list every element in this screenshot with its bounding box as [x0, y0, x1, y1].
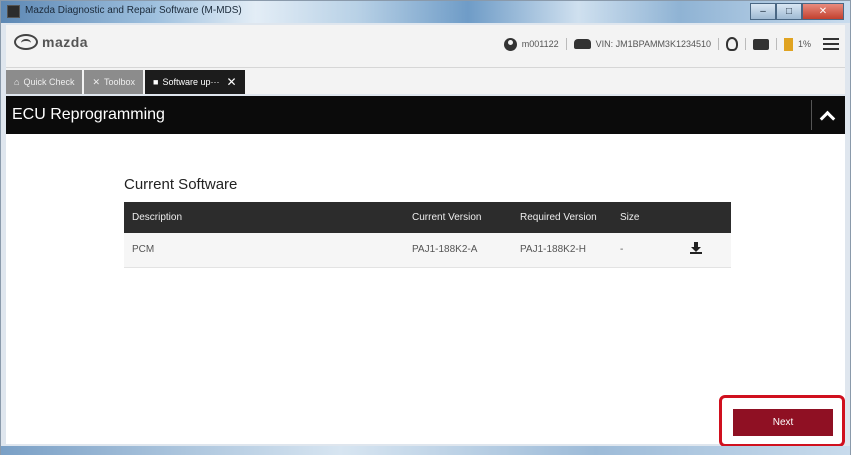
next-button[interactable]: Next [733, 409, 833, 436]
column-header-action [682, 202, 731, 233]
close-window-button[interactable]: ✕ [802, 3, 844, 20]
close-tab-icon[interactable]: ✕ [227, 75, 237, 89]
tools-icon: ✕ [92, 76, 101, 87]
window-title: Mazda Diagnostic and Repair Software (M-… [25, 5, 242, 16]
window-controls: – □ ✕ [750, 3, 844, 20]
application-window: Mazda Diagnostic and Repair Software (M-… [0, 0, 851, 455]
column-header-current-version: Current Version [404, 202, 512, 233]
divider [775, 38, 777, 50]
chip-icon: ■ [153, 77, 159, 87]
maximize-button[interactable]: □ [776, 3, 802, 20]
tab-label: Software up··· [162, 77, 220, 87]
cell-download [682, 233, 731, 268]
tab-toolbox[interactable]: ✕ Toolbox [84, 70, 144, 94]
cell-current-version: PAJ1-188K2-A [404, 233, 512, 268]
tab-bar: ⌂ Quick Check ✕ Toolbox ■ Software up···… [6, 68, 845, 94]
user-id: m001122 [521, 39, 559, 49]
chevron-up-icon [819, 110, 836, 126]
user-icon[interactable] [503, 37, 517, 51]
divider [717, 38, 719, 50]
cell-description: PCM [124, 233, 404, 268]
battery-icon [783, 37, 793, 51]
software-table: Description Current Version Required Ver… [124, 202, 731, 268]
cell-size: - [612, 233, 682, 268]
column-header-description: Description [124, 202, 404, 233]
minimize-button[interactable]: – [750, 3, 776, 20]
column-header-size: Size [612, 202, 682, 233]
status-area: m001122 VIN: JM1BPAMM3K1234510 1% [503, 37, 839, 51]
section-title: ECU Reprogramming [12, 106, 165, 123]
column-header-required-version: Required Version [512, 202, 612, 233]
download-icon[interactable] [690, 242, 702, 255]
tab-software-update[interactable]: ■ Software up··· ✕ [145, 70, 245, 94]
battery-voltage: 1% [797, 39, 811, 49]
collapse-button[interactable] [811, 100, 843, 130]
mazda-logo: mazda [14, 34, 88, 50]
table-row[interactable]: PCM PAJ1-188K2-A PAJ1-188K2-H - [124, 233, 731, 268]
hamburger-menu-icon[interactable] [823, 38, 839, 50]
tab-label: Toolbox [104, 77, 136, 87]
app-icon [7, 5, 20, 18]
taskbar-strip [1, 446, 850, 455]
car-icon [573, 39, 591, 49]
tab-label: Quick Check [23, 77, 75, 87]
timer-icon[interactable] [725, 37, 738, 51]
window-title-bar: Mazda Diagnostic and Repair Software (M-… [1, 1, 850, 23]
divider [744, 38, 746, 50]
brand-name: mazda [42, 34, 89, 50]
cell-required-version: PAJ1-188K2-H [512, 233, 612, 268]
current-software-heading: Current Software [124, 176, 238, 193]
table-header-row: Description Current Version Required Ver… [124, 202, 731, 233]
divider [565, 38, 567, 50]
app-header: mazda m001122 VIN: JM1BPAMM3K1234510 1% [6, 25, 845, 68]
mazda-emblem-icon [14, 34, 38, 50]
vin-number: VIN: JM1BPAMM3K1234510 [595, 39, 711, 49]
home-icon: ⌂ [14, 77, 20, 87]
section-header: ECU Reprogramming [6, 96, 845, 134]
vci-connection-icon[interactable] [752, 38, 769, 50]
tab-quick-check[interactable]: ⌂ Quick Check [6, 70, 83, 94]
